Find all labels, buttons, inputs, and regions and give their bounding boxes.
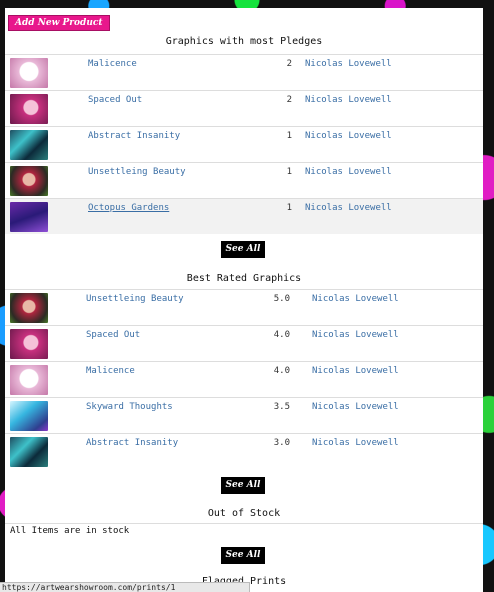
product-thumbnail[interactable] <box>10 130 48 160</box>
pledge-count: 1 <box>286 203 292 213</box>
product-name-link[interactable]: Malicence <box>86 366 135 377</box>
product-name-link[interactable]: Octopus Gardens <box>88 203 169 214</box>
author-link[interactable]: Nicolas Lovewell <box>312 402 399 413</box>
out-of-stock-title: Out of Stock <box>207 508 281 519</box>
product-name-link[interactable]: Spaced Out <box>88 95 142 106</box>
author-link[interactable]: Nicolas Lovewell <box>312 438 399 449</box>
table-row: Unsettleing Beauty 1 Nicolas Lovewell <box>5 162 483 198</box>
author-link[interactable]: Nicolas Lovewell <box>305 95 392 106</box>
product-name-link[interactable]: Unsettleing Beauty <box>88 167 186 178</box>
rating-value: 4.0 <box>273 330 290 340</box>
rating-value: 3.5 <box>273 402 290 412</box>
product-name-link[interactable]: Spaced Out <box>86 330 140 341</box>
stock-status-message: All Items are in stock <box>10 526 130 536</box>
product-name-link[interactable]: Abstract Insanity <box>88 131 180 142</box>
product-thumbnail[interactable] <box>10 329 48 359</box>
author-link[interactable]: Nicolas Lovewell <box>305 167 392 178</box>
author-link[interactable]: Nicolas Lovewell <box>305 59 392 70</box>
table-row: Skyward Thoughts 3.5 Nicolas Lovewell <box>5 397 483 433</box>
table-row: Spaced Out 2 Nicolas Lovewell <box>5 90 483 126</box>
author-link[interactable]: Nicolas Lovewell <box>312 330 399 341</box>
product-name-link[interactable]: Skyward Thoughts <box>86 402 173 413</box>
add-new-product-button[interactable]: Add New Product <box>8 15 110 31</box>
table-row: Octopus Gardens 1 Nicolas Lovewell <box>5 198 483 234</box>
link-status-bar: https://artwearshowroom.com/prints/1 <box>0 582 250 592</box>
product-thumbnail[interactable] <box>10 94 48 124</box>
see-all-pledges-button[interactable]: See All <box>221 241 265 258</box>
table-row: Abstract Insanity 1 Nicolas Lovewell <box>5 126 483 162</box>
product-thumbnail[interactable] <box>10 365 48 395</box>
table-row: Spaced Out 4.0 Nicolas Lovewell <box>5 325 483 361</box>
author-link[interactable]: Nicolas Lovewell <box>305 131 392 142</box>
author-link[interactable]: Nicolas Lovewell <box>312 366 399 377</box>
product-thumbnail[interactable] <box>10 166 48 196</box>
table-row: Malicence 2 Nicolas Lovewell <box>5 54 483 90</box>
see-all-rated-button[interactable]: See All <box>221 477 265 494</box>
admin-dashboard-panel: Add New Product Graphics with most Pledg… <box>5 8 483 592</box>
see-all-stock-button[interactable]: See All <box>221 547 265 564</box>
most-pledges-title: Graphics with most Pledges <box>165 36 323 47</box>
product-thumbnail[interactable] <box>10 202 48 232</box>
rating-value: 4.0 <box>273 366 290 376</box>
product-name-link[interactable]: Unsettleing Beauty <box>86 294 184 305</box>
product-name-link[interactable]: Malicence <box>88 59 137 70</box>
table-row: Unsettleing Beauty 5.0 Nicolas Lovewell <box>5 289 483 325</box>
pledge-count: 2 <box>286 95 292 105</box>
product-thumbnail[interactable] <box>10 58 48 88</box>
table-row: Malicence 4.0 Nicolas Lovewell <box>5 361 483 397</box>
rating-value: 3.0 <box>273 438 290 448</box>
section-divider <box>5 523 483 524</box>
pledge-count: 1 <box>286 131 292 141</box>
best-rated-title: Best Rated Graphics <box>186 273 302 284</box>
author-link[interactable]: Nicolas Lovewell <box>312 294 399 305</box>
author-link[interactable]: Nicolas Lovewell <box>305 203 392 214</box>
product-thumbnail[interactable] <box>10 401 48 431</box>
product-thumbnail[interactable] <box>10 437 48 467</box>
rating-value: 5.0 <box>273 294 290 304</box>
product-name-link[interactable]: Abstract Insanity <box>86 438 178 449</box>
pledge-count: 2 <box>286 59 292 69</box>
pledge-count: 1 <box>286 167 292 177</box>
table-row: Abstract Insanity 3.0 Nicolas Lovewell <box>5 433 483 469</box>
product-thumbnail[interactable] <box>10 293 48 323</box>
